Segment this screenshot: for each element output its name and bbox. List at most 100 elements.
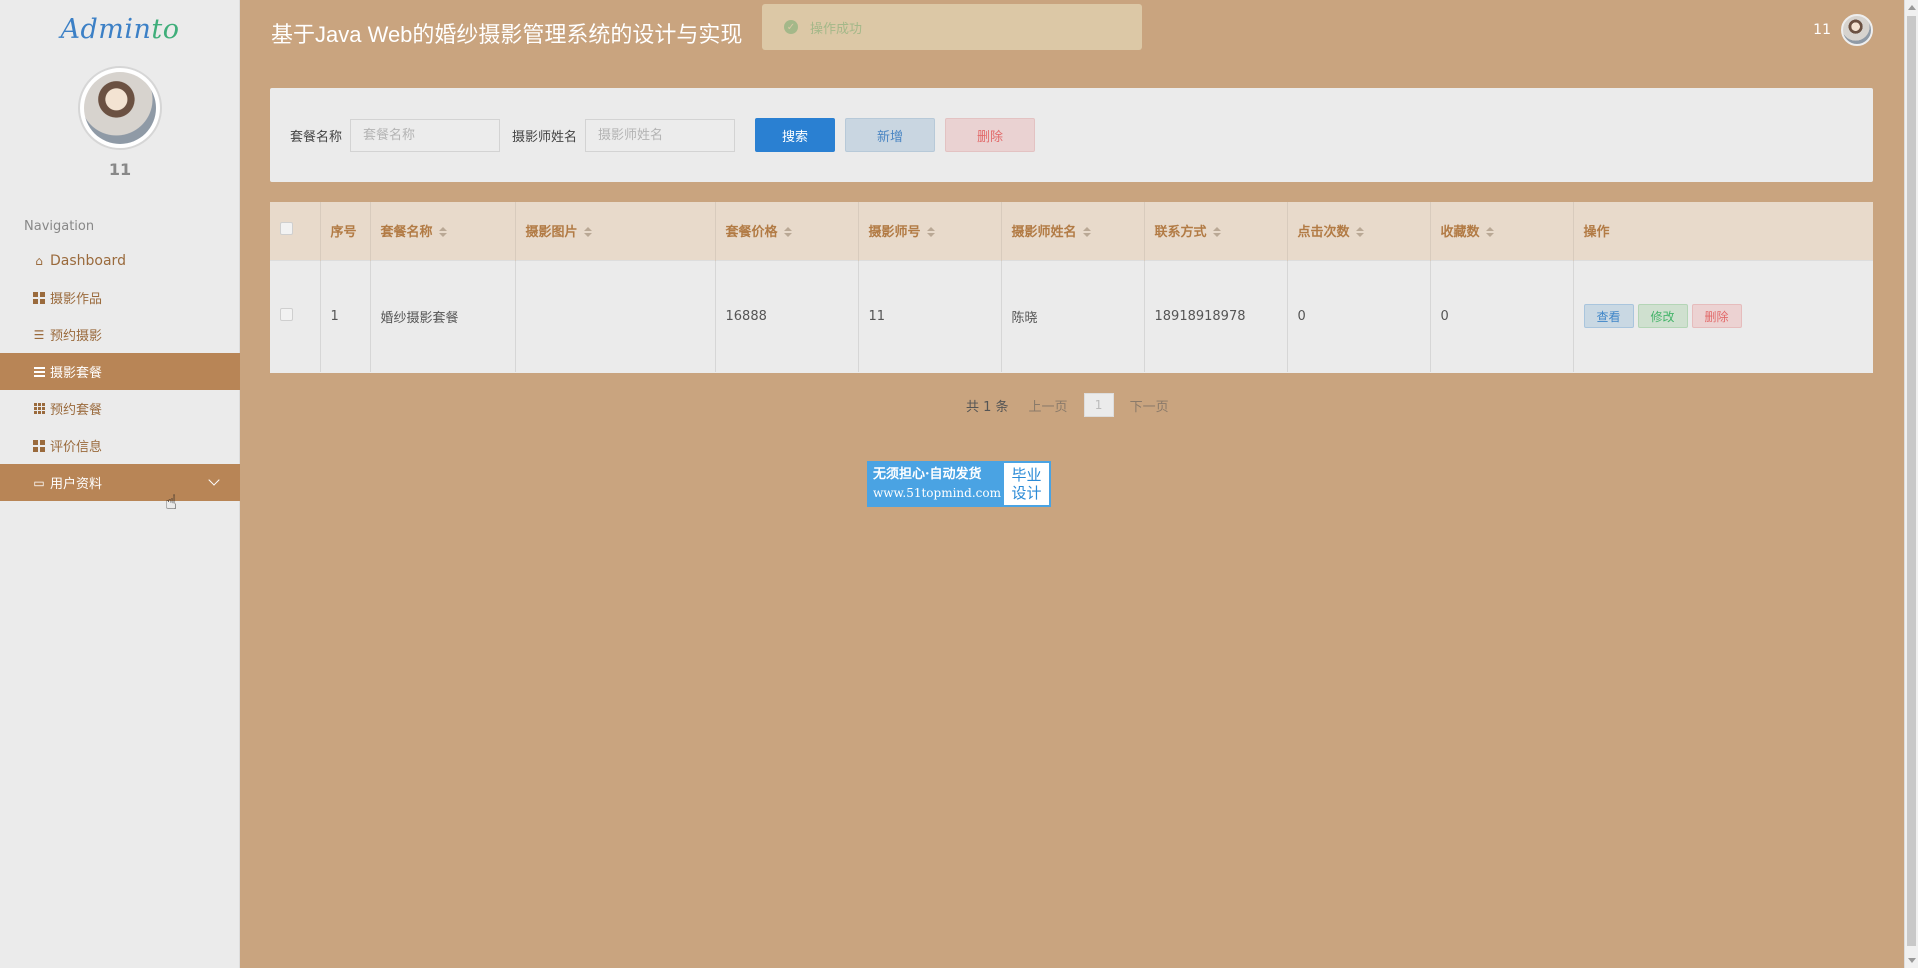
column-label: 收藏数 (1440, 225, 1480, 241)
scrollbar-thumb[interactable] (1907, 16, 1916, 946)
sidebar-item-label: 预约套餐 (50, 403, 103, 418)
sliders-icon: ☰ (33, 327, 45, 342)
column-header: 序号 (320, 202, 371, 260)
cell-clicks: 0 (1287, 259, 1431, 372)
add-button[interactable]: 新增 (845, 118, 936, 152)
delete-button[interactable]: 删除 (1691, 304, 1742, 329)
view-button[interactable]: 查看 (1583, 304, 1634, 329)
grid-icon (33, 291, 45, 304)
cell-photographer-name: 陈晓 (1001, 259, 1145, 372)
avatar[interactable] (1841, 14, 1873, 46)
column-label: 摄影师姓名 (1011, 225, 1077, 241)
banner-line1: 无须担心·自动发货 (873, 467, 982, 482)
cell-actions: 查看 修改 删除 (1573, 259, 1873, 372)
column-label: 摄影图片 (525, 225, 578, 241)
photographer-name-label: 摄影师姓名 (512, 129, 578, 145)
brand-accent-text: to (151, 14, 180, 45)
pagination-total: 共 1 条 (966, 399, 1009, 415)
banner-text: 无须担心·自动发货 www.51topmind.com (869, 463, 1004, 505)
row-select-cell (270, 259, 321, 372)
column-header[interactable]: 套餐名称 (370, 202, 516, 260)
sidebar-item-label: 用户资料 (50, 477, 103, 492)
brand-main-text: Admin (60, 14, 152, 45)
banner-badge-line2: 设计 (1011, 484, 1042, 502)
toast-message: 操作成功 (810, 21, 863, 37)
banner-badge-line1: 毕业 (1011, 466, 1042, 484)
column-label: 序号 (330, 225, 357, 241)
photographer-name-input[interactable] (585, 118, 736, 152)
search-panel: 套餐名称 摄影师姓名 搜索 新增 删除 (270, 88, 1873, 182)
sidebar: Adminto 11 Navigation ⌂ Dashboard 摄影作品 ☰… (0, 0, 240, 968)
search-button[interactable]: 搜索 (755, 118, 836, 152)
promo-banner[interactable]: 无须担心·自动发货 www.51topmind.com 毕业 设计 (867, 461, 1051, 507)
edit-button[interactable]: 修改 (1637, 304, 1688, 329)
sidebar-item-packages[interactable]: 摄影套餐 (0, 353, 240, 390)
column-header[interactable]: 摄影师姓名 (1001, 202, 1145, 260)
card-icon: ▭ (33, 475, 45, 490)
package-name-label: 套餐名称 (290, 129, 343, 145)
column-label: 联系方式 (1154, 225, 1207, 241)
scroll-down-icon[interactable] (1908, 958, 1916, 963)
sidebar-item-package-booking[interactable]: 预约套餐 (0, 390, 240, 427)
cell-photographer-no: 11 (858, 259, 1002, 372)
column-header[interactable]: 点击次数 (1287, 202, 1431, 260)
row-checkbox[interactable] (280, 307, 293, 321)
sidebar-item-label: 摄影作品 (50, 292, 103, 307)
apps-icon (33, 403, 45, 415)
list-icon (33, 366, 45, 378)
top-user-name: 11 (1813, 22, 1831, 38)
nav-menu: ⌂ Dashboard 摄影作品 ☰ 预约摄影 摄影套餐 预约套餐 评价信息 ▭… (0, 242, 240, 501)
column-header[interactable]: 摄影师号 (858, 202, 1002, 260)
hand-cursor-icon: ☝ (165, 490, 178, 514)
package-name-input[interactable] (350, 118, 501, 152)
column-label: 摄影师号 (868, 225, 921, 241)
sidebar-avatar[interactable] (78, 66, 162, 150)
sidebar-item-user-profile[interactable]: ▭ 用户资料 (0, 464, 240, 501)
sidebar-item-works[interactable]: 摄影作品 (0, 279, 240, 316)
banner-badge: 毕业 设计 (1004, 463, 1049, 505)
success-toast: ✓ 操作成功 (762, 4, 1142, 50)
next-page-link[interactable]: 下一页 (1130, 396, 1169, 415)
grid-icon (33, 439, 45, 452)
top-user-menu[interactable]: 11 (1813, 14, 1873, 46)
sidebar-item-dashboard[interactable]: ⌂ Dashboard (0, 242, 240, 279)
prev-page-link[interactable]: 上一页 (1029, 396, 1068, 415)
data-table: 序号 套餐名称 摄影图片 套餐价格 摄影师号 摄影师姓名 联系方式 点击次数 收… (270, 202, 1873, 373)
sidebar-item-reviews[interactable]: 评价信息 (0, 427, 240, 464)
select-all-header (270, 202, 321, 260)
sidebar-item-booking[interactable]: ☰ 预约摄影 (0, 316, 240, 353)
pagination: 共 1 条 上一页 1 下一页 (966, 393, 1169, 417)
column-header[interactable]: 收藏数 (1430, 202, 1574, 260)
column-header[interactable]: 套餐价格 (715, 202, 859, 260)
cell-package-name: 婚纱摄影套餐 (370, 259, 516, 372)
brand-logo[interactable]: Adminto (0, 14, 240, 45)
page-title: 基于Java Web的婚纱摄影管理系统的设计与实现 (271, 22, 743, 47)
home-icon: ⌂ (35, 253, 43, 268)
current-page[interactable]: 1 (1083, 393, 1114, 417)
page-scrollbar[interactable] (1904, 0, 1918, 968)
sidebar-item-label: Dashboard (50, 252, 126, 269)
column-label: 套餐价格 (725, 225, 778, 241)
bulk-delete-button[interactable]: 删除 (945, 118, 1036, 152)
cell-favorites: 0 (1430, 259, 1574, 372)
sidebar-item-label: 评价信息 (50, 440, 103, 455)
column-header[interactable]: 联系方式 (1144, 202, 1288, 260)
chevron-down-icon (208, 474, 220, 486)
scroll-up-icon[interactable] (1908, 5, 1916, 10)
cell-price: 16888 (715, 259, 859, 372)
column-label: 套餐名称 (380, 225, 433, 241)
sidebar-item-label: 摄影套餐 (50, 366, 103, 381)
select-all-checkbox[interactable] (280, 222, 293, 236)
column-label: 点击次数 (1297, 225, 1350, 241)
column-header[interactable]: 摄影图片 (515, 202, 716, 260)
table-row[interactable]: 1 婚纱摄影套餐 16888 11 陈晓 18918918978 0 0 查看修… (270, 259, 1873, 372)
avatar-image (84, 72, 156, 144)
column-label: 操作 (1583, 225, 1610, 241)
check-icon: ✓ (784, 20, 798, 34)
column-header: 操作 (1573, 202, 1873, 260)
nav-section-title: Navigation (24, 219, 95, 234)
sidebar-user-name: 11 (108, 160, 132, 179)
table-header-row: 序号 套餐名称 摄影图片 套餐价格 摄影师号 摄影师姓名 联系方式 点击次数 收… (270, 202, 1873, 260)
sidebar-item-label: 预约摄影 (50, 329, 103, 344)
cell-image (515, 259, 716, 372)
